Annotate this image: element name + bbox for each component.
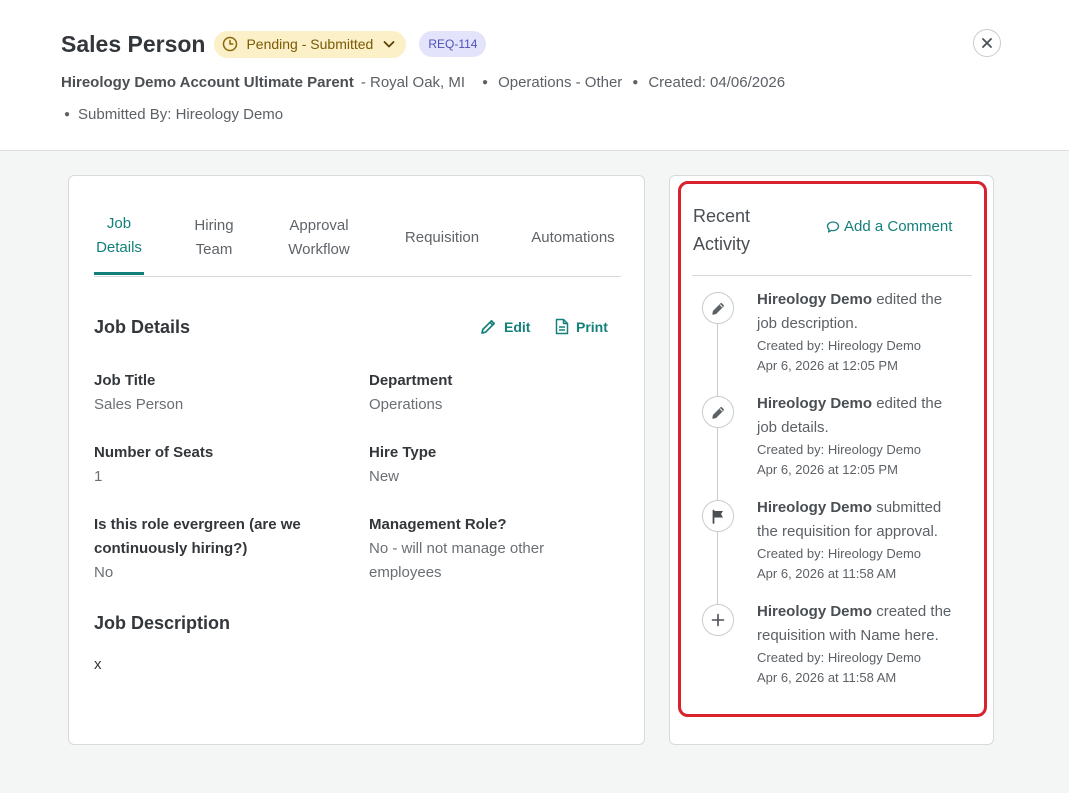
- clock-icon: [223, 36, 238, 52]
- activity-action-cont: job description.: [757, 315, 858, 332]
- bullet-separator: ●: [64, 108, 71, 120]
- tab-label: Details: [96, 239, 142, 256]
- page-title: Sales Person: [61, 30, 206, 57]
- submitted-by: Submitted By: Hireology Demo: [78, 105, 284, 123]
- tab-label: Team: [195, 241, 233, 258]
- activity-action: submitted: [872, 499, 942, 516]
- tab-hiring-team[interactable]: Hiring Team: [184, 214, 244, 262]
- activity-author: Hireology Demo: [757, 395, 873, 412]
- divider: [692, 275, 972, 276]
- tab-requisition[interactable]: Requisition: [397, 226, 487, 250]
- hire-type-label: Hire Type: [369, 444, 437, 461]
- pencil-icon: [702, 292, 734, 324]
- activity-created-by: Created by: Hireology Demo: [757, 546, 922, 561]
- comment-icon: [826, 220, 840, 233]
- bullet-separator: ●: [632, 76, 639, 88]
- title-row: Sales Person Pending - Submitted REQ-114: [61, 28, 487, 60]
- evergreen-label-cont: continuously hiring?): [94, 540, 248, 557]
- submitted-meta: ● Submitted By: Hireology Demo: [61, 104, 283, 124]
- management-role-label: Management Role?: [369, 516, 507, 533]
- department-field-value: Operations: [369, 396, 443, 413]
- print-button[interactable]: Print: [555, 318, 608, 335]
- tab-label: Automations: [531, 229, 615, 246]
- plus-icon: [702, 604, 734, 636]
- tab-automations[interactable]: Automations: [525, 226, 621, 250]
- activity-item-text: Hireology Demo edited the job descriptio…: [757, 288, 972, 336]
- evergreen-value: No: [94, 564, 114, 581]
- activity-timestamp: Apr 6, 2026 at 12:05 PM: [757, 462, 898, 477]
- activity-timestamp: Apr 6, 2026 at 11:58 AM: [757, 670, 897, 685]
- activity-item-text: Hireology Demo submitted the requisition…: [757, 496, 972, 544]
- job-title-label: Job Title: [94, 372, 156, 389]
- activity-timestamp: Apr 6, 2026 at 12:05 PM: [757, 358, 898, 373]
- management-role-value: No - will not manage other: [369, 540, 545, 557]
- activity-author: Hireology Demo: [757, 499, 873, 516]
- activity-title-line: Recent: [693, 206, 751, 226]
- activity-title: Recent Activity: [693, 202, 750, 258]
- location: - Royal Oak, MI: [360, 73, 466, 91]
- activity-created-by: Created by: Hireology Demo: [757, 442, 922, 457]
- pencil-glyph: [711, 406, 724, 419]
- active-tab-indicator: [94, 272, 144, 275]
- requisition-id-badge: REQ-114: [419, 31, 487, 57]
- seats-label: Number of Seats: [94, 444, 214, 461]
- evergreen-label: Is this role evergreen (are we: [94, 516, 301, 533]
- job-title-value: Sales Person: [94, 396, 184, 413]
- tab-bar: Job Details Hiring Team Approval Workflo…: [94, 212, 621, 277]
- timeline-line: [717, 308, 718, 620]
- page-header: Sales Person Pending - Submitted REQ-114…: [0, 0, 1069, 151]
- activity-action: edited the: [872, 395, 943, 412]
- tab-label: Workflow: [288, 241, 350, 258]
- close-button[interactable]: [973, 29, 1001, 57]
- activity-created-by: Created by: Hireology Demo: [757, 650, 922, 665]
- flag-glyph: [712, 509, 723, 524]
- activity-item-text: Hireology Demo edited the job details.: [757, 392, 972, 440]
- print-label: Print: [576, 318, 608, 335]
- tab-approval-workflow[interactable]: Approval Workflow: [279, 214, 359, 262]
- activity-action-cont: requisition with Name here.: [757, 627, 939, 644]
- tab-label: Requisition: [404, 229, 480, 246]
- tab-job-details[interactable]: Job Details: [94, 212, 144, 260]
- status-label: Pending - Submitted: [246, 36, 374, 52]
- pencil-icon: [702, 396, 734, 428]
- flag-icon: [702, 500, 734, 532]
- edit-button[interactable]: Edit: [480, 318, 530, 335]
- bullet-separator: ●: [482, 76, 489, 88]
- created-date: Created: 04/06/2026: [648, 73, 786, 91]
- activity-author: Hireology Demo: [757, 291, 873, 308]
- activity-action-cont: the requisition for approval.: [757, 523, 938, 540]
- company-name: Hireology Demo Account Ultimate Parent: [61, 73, 354, 91]
- seats-value: 1: [94, 468, 103, 485]
- pencil-glyph: [711, 302, 724, 315]
- chevron-down-icon: [383, 41, 395, 48]
- activity-timestamp: Apr 6, 2026 at 11:58 AM: [757, 566, 897, 581]
- edit-label: Edit: [504, 318, 531, 335]
- pencil-icon: [481, 319, 496, 334]
- activity-author: Hireology Demo: [757, 603, 873, 620]
- hire-type-value: New: [369, 468, 400, 485]
- activity-title-line: Activity: [693, 234, 751, 254]
- activity-item-text: Hireology Demo created the requisition w…: [757, 600, 972, 648]
- activity-action: edited the: [872, 291, 943, 308]
- section-title: Job Details: [94, 317, 191, 337]
- activity-created-by: Created by: Hireology Demo: [757, 338, 922, 353]
- management-role-value-cont: employees: [369, 564, 442, 581]
- department-label: Operations - Other: [498, 73, 623, 91]
- tab-label: Hiring: [194, 217, 234, 234]
- plus-glyph: [711, 613, 725, 627]
- job-meta: Hireology Demo Account Ultimate Parent -…: [61, 72, 785, 92]
- tab-label: Job: [106, 215, 132, 232]
- close-icon: [982, 38, 992, 48]
- activity-action: created the: [872, 603, 952, 620]
- add-comment-button[interactable]: Add a Comment: [826, 218, 952, 235]
- job-description-title: Job Description: [94, 613, 231, 633]
- department-field-label: Department: [369, 372, 453, 389]
- tab-label: Approval: [289, 217, 349, 234]
- status-dropdown[interactable]: Pending - Submitted: [214, 30, 407, 58]
- activity-action-cont: job details.: [757, 419, 829, 436]
- job-details-card: Job Details Hiring Team Approval Workflo…: [68, 175, 645, 745]
- document-icon: [555, 318, 569, 335]
- add-comment-label: Add a Comment: [844, 218, 953, 235]
- job-description-text: x: [94, 656, 102, 673]
